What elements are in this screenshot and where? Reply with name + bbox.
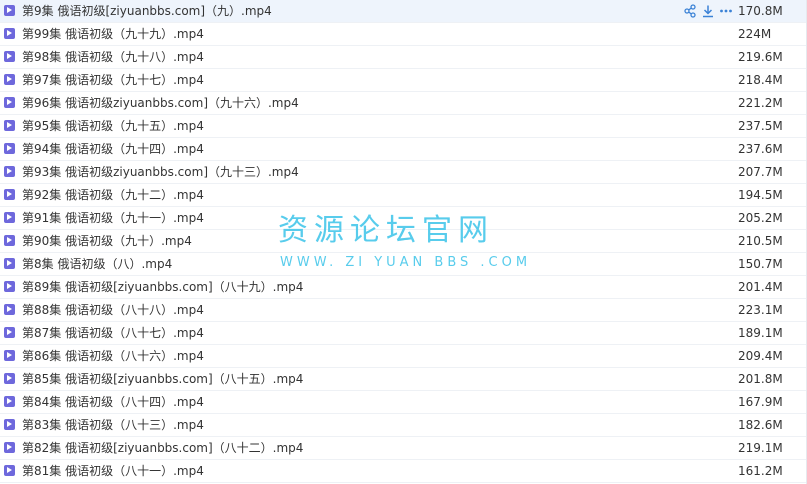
file-size: 209.4M [738,349,783,363]
file-name[interactable]: 第87集 俄语初级（八十七）.mp4 [22,325,204,341]
video-file-icon [4,97,15,108]
file-row[interactable]: 第94集 俄语初级（九十四）.mp4 237.6M [0,138,807,161]
file-size: 224M [738,27,772,41]
file-size: 237.6M [738,142,783,156]
video-file-icon [4,442,15,453]
video-file-icon [4,120,15,131]
file-row[interactable]: 第97集 俄语初级（九十七）.mp4 218.4M [0,69,807,92]
file-size: 167.9M [738,395,783,409]
video-file-icon [4,396,15,407]
file-row[interactable]: 第84集 俄语初级（八十四）.mp4 167.9M [0,391,807,414]
file-row[interactable]: 第91集 俄语初级（九十一）.mp4 205.2M [0,207,807,230]
file-row[interactable]: 第8集 俄语初级（八）.mp4 150.7M [0,253,807,276]
file-row[interactable]: 第95集 俄语初级（九十五）.mp4 237.5M [0,115,807,138]
file-row[interactable]: 第98集 俄语初级（九十八）.mp4 219.6M [0,46,807,69]
file-row[interactable]: 第83集 俄语初级（八十三）.mp4 182.6M [0,414,807,437]
file-row[interactable]: 第90集 俄语初级（九十）.mp4 210.5M [0,230,807,253]
file-size: 237.5M [738,119,783,133]
download-icon[interactable] [701,4,715,18]
file-row[interactable]: 第87集 俄语初级（八十七）.mp4 189.1M [0,322,807,345]
file-name[interactable]: 第96集 俄语初级ziyuanbbs.com]（九十六）.mp4 [22,95,299,111]
file-name[interactable]: 第94集 俄语初级（九十四）.mp4 [22,141,204,157]
file-name[interactable]: 第85集 俄语初级[ziyuanbbs.com]（八十五）.mp4 [22,371,303,387]
file-size: 189.1M [738,326,783,340]
video-file-icon [4,327,15,338]
video-file-icon [4,189,15,200]
file-name[interactable]: 第9集 俄语初级[ziyuanbbs.com]（九）.mp4 [22,3,272,19]
file-name[interactable]: 第89集 俄语初级[ziyuanbbs.com]（八十九）.mp4 [22,279,303,295]
file-row[interactable]: 第88集 俄语初级（八十八）.mp4 223.1M [0,299,807,322]
video-file-icon [4,235,15,246]
file-row[interactable]: 第85集 俄语初级[ziyuanbbs.com]（八十五）.mp4 201.8M [0,368,807,391]
video-file-icon [4,143,15,154]
file-size: 201.4M [738,280,783,294]
file-name[interactable]: 第97集 俄语初级（九十七）.mp4 [22,72,204,88]
video-file-icon [4,51,15,62]
file-row[interactable]: 第86集 俄语初级（八十六）.mp4 209.4M [0,345,807,368]
file-size: 170.8M [738,4,783,18]
file-row[interactable]: 第93集 俄语初级ziyuanbbs.com]（九十三）.mp4 207.7M [0,161,807,184]
file-name[interactable]: 第88集 俄语初级（八十八）.mp4 [22,302,204,318]
file-size: 219.6M [738,50,783,64]
share-icon[interactable] [683,4,697,18]
file-row[interactable]: 第96集 俄语初级ziyuanbbs.com]（九十六）.mp4 221.2M [0,92,807,115]
file-size: 219.1M [738,441,783,455]
video-file-icon [4,5,15,16]
file-size: 207.7M [738,165,783,179]
file-name[interactable]: 第98集 俄语初级（九十八）.mp4 [22,49,204,65]
file-name[interactable]: 第92集 俄语初级（九十二）.mp4 [22,187,204,203]
file-name[interactable]: 第86集 俄语初级（八十六）.mp4 [22,348,204,364]
file-row[interactable]: 第9集 俄语初级[ziyuanbbs.com]（九）.mp4 170.8M [0,0,807,23]
file-row[interactable]: 第81集 俄语初级（八十一）.mp4 161.2M [0,460,807,483]
video-file-icon [4,373,15,384]
file-size: 201.8M [738,372,783,386]
video-file-icon [4,465,15,476]
file-name[interactable]: 第99集 俄语初级（九十九）.mp4 [22,26,204,42]
video-file-icon [4,304,15,315]
video-file-icon [4,166,15,177]
video-file-icon [4,212,15,223]
file-size: 218.4M [738,73,783,87]
file-name[interactable]: 第91集 俄语初级（九十一）.mp4 [22,210,204,226]
row-actions [683,4,733,18]
file-name[interactable]: 第90集 俄语初级（九十）.mp4 [22,233,192,249]
video-file-icon [4,74,15,85]
file-name[interactable]: 第81集 俄语初级（八十一）.mp4 [22,463,204,479]
file-size: 182.6M [738,418,783,432]
file-name[interactable]: 第8集 俄语初级（八）.mp4 [22,256,172,272]
file-name[interactable]: 第82集 俄语初级[ziyuanbbs.com]（八十二）.mp4 [22,440,303,456]
file-row[interactable]: 第82集 俄语初级[ziyuanbbs.com]（八十二）.mp4 219.1M [0,437,807,460]
file-size: 205.2M [738,211,783,225]
file-row[interactable]: 第99集 俄语初级（九十九）.mp4 224M [0,23,807,46]
file-size: 150.7M [738,257,783,271]
file-size: 210.5M [738,234,783,248]
video-file-icon [4,350,15,361]
file-name[interactable]: 第93集 俄语初级ziyuanbbs.com]（九十三）.mp4 [22,164,299,180]
video-file-icon [4,281,15,292]
file-name[interactable]: 第95集 俄语初级（九十五）.mp4 [22,118,204,134]
video-file-icon [4,419,15,430]
file-row[interactable]: 第89集 俄语初级[ziyuanbbs.com]（八十九）.mp4 201.4M [0,276,807,299]
file-size: 221.2M [738,96,783,110]
file-row[interactable]: 第92集 俄语初级（九十二）.mp4 194.5M [0,184,807,207]
file-size: 223.1M [738,303,783,317]
file-size: 194.5M [738,188,783,202]
video-file-icon [4,258,15,269]
file-name[interactable]: 第84集 俄语初级（八十四）.mp4 [22,394,204,410]
file-name[interactable]: 第83集 俄语初级（八十三）.mp4 [22,417,204,433]
file-list: 第9集 俄语初级[ziyuanbbs.com]（九）.mp4 170.8M 第9… [0,0,807,483]
more-icon[interactable] [719,4,733,18]
file-size: 161.2M [738,464,783,478]
video-file-icon [4,28,15,39]
